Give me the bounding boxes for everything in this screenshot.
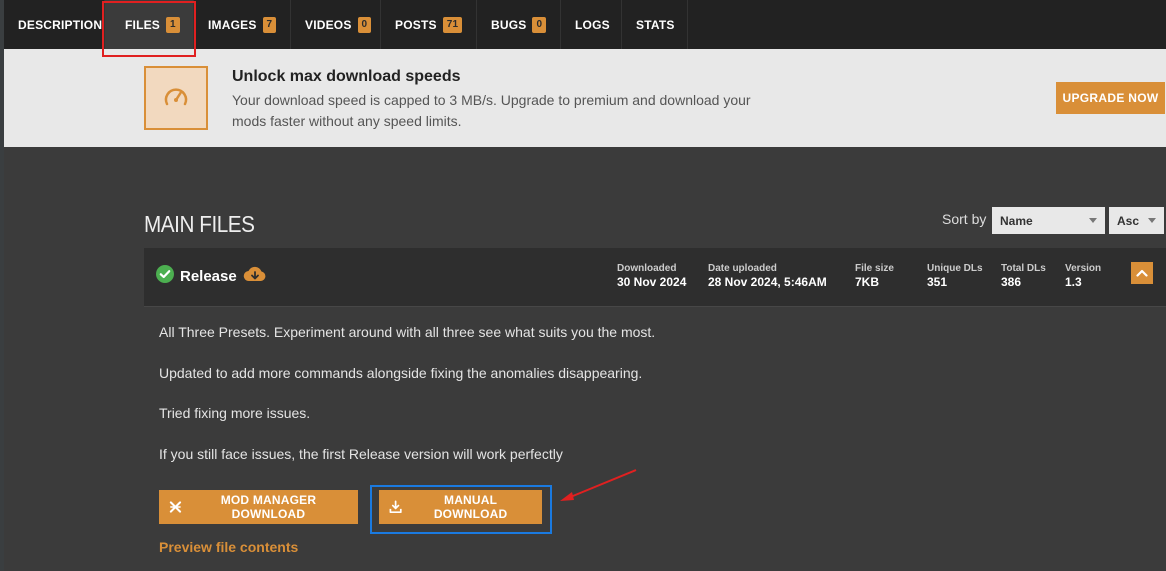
- tab-description[interactable]: DESCRIPTION: [4, 0, 105, 49]
- manual-download-button[interactable]: MANUAL DOWNLOAD: [379, 490, 542, 524]
- tab-label: FILES: [125, 17, 161, 32]
- tab-label: STATS: [636, 17, 675, 32]
- file-details: All Three Presets. Experiment around wit…: [144, 306, 1166, 571]
- download-icon: [389, 500, 402, 514]
- sort-label: Sort by: [942, 211, 987, 227]
- stat-value: 28 Nov 2024, 5:46AM: [708, 275, 827, 289]
- sort-order-value: Asc: [1117, 213, 1140, 228]
- stat-label: File size: [855, 263, 894, 274]
- check-circle-icon: [156, 265, 174, 288]
- tab-bugs[interactable]: BUGS 0: [477, 0, 561, 49]
- tab-label: POSTS: [395, 17, 437, 32]
- stat-date-uploaded: Date uploaded 28 Nov 2024, 5:46AM: [708, 263, 827, 290]
- speedometer-icon: [144, 66, 208, 130]
- button-label: MOD MANAGER DOWNLOAD: [220, 493, 317, 521]
- tab-count-badge: 7: [262, 16, 277, 33]
- file-description-line: Updated to add more commands alongside f…: [159, 365, 643, 381]
- stat-downloaded: Downloaded 30 Nov 2024: [617, 263, 686, 290]
- chevron-up-icon: [1136, 269, 1148, 277]
- tab-videos[interactable]: VIDEOS 0: [291, 0, 381, 49]
- stat-value: 1.3: [1065, 275, 1082, 289]
- stat-label: Downloaded: [617, 263, 677, 274]
- tab-posts[interactable]: POSTS 71: [381, 0, 477, 49]
- cloud-download-icon: [243, 265, 267, 288]
- tab-bar: DESCRIPTION FILES 1 IMAGES 7 VIDEOS 0 PO…: [4, 0, 1166, 49]
- button-label: MANUAL DOWNLOAD: [433, 493, 508, 521]
- tab-label: LOGS: [575, 17, 610, 32]
- tab-stats[interactable]: STATS: [622, 0, 688, 49]
- stat-value: 7KB: [855, 275, 880, 289]
- file-header[interactable]: Release Downloaded 30 Nov 2024 Date uplo…: [144, 248, 1166, 306]
- tab-files[interactable]: FILES 1: [105, 0, 194, 49]
- stat-value: 386: [1001, 275, 1022, 289]
- tab-label: BUGS: [491, 17, 527, 32]
- chevron-down-icon: [1148, 218, 1156, 223]
- tab-label: IMAGES: [208, 17, 257, 32]
- stat-label: Date uploaded: [708, 263, 777, 274]
- tab-images[interactable]: IMAGES 7: [194, 0, 291, 49]
- file-description-line: If you still face issues, the first Rele…: [159, 446, 563, 462]
- main-files-title: MAIN FILES: [144, 211, 255, 237]
- tab-count-badge: 1: [166, 16, 180, 33]
- chevron-down-icon: [1089, 218, 1097, 223]
- stat-label: Version: [1065, 263, 1102, 274]
- tab-label: DESCRIPTION: [18, 17, 103, 32]
- file-description-line: All Three Presets. Experiment around wit…: [159, 324, 656, 340]
- stat-file-size: File size 7KB: [855, 263, 894, 290]
- banner-title: Unlock max download speeds: [232, 68, 461, 85]
- sort-field-value: Name: [1000, 213, 1033, 228]
- file-title: Release: [156, 265, 267, 288]
- upgrade-now-button[interactable]: UPGRADE NOW: [1056, 82, 1165, 114]
- tab-logs[interactable]: LOGS: [561, 0, 622, 49]
- tab-label: VIDEOS: [305, 17, 352, 32]
- banner-text: Your download speed is capped to 3 MB/s.…: [232, 92, 751, 129]
- stat-version: Version 1.3: [1065, 263, 1101, 290]
- stat-value: 30 Nov 2024: [617, 275, 687, 289]
- stat-label: Unique DLs: [927, 263, 983, 274]
- file-name: Release: [180, 268, 237, 285]
- stat-label: Total DLs: [1001, 263, 1046, 274]
- file-description-line: Tried fixing more issues.: [159, 405, 311, 421]
- tab-count-badge: 0: [532, 16, 547, 33]
- sort-order-select[interactable]: Asc: [1109, 207, 1164, 234]
- tab-count-badge: 0: [357, 16, 372, 33]
- premium-banner: Unlock max download speeds Your download…: [4, 49, 1166, 147]
- stat-total-dls: Total DLs 386: [1001, 263, 1046, 290]
- mod-page: DESCRIPTION FILES 1 IMAGES 7 VIDEOS 0 PO…: [4, 0, 1166, 571]
- sort-field-select[interactable]: Name: [992, 207, 1105, 234]
- mod-manager-download-button[interactable]: MOD MANAGER DOWNLOAD: [159, 490, 358, 524]
- vortex-icon: [169, 501, 182, 513]
- tab-count-badge: 71: [442, 16, 463, 33]
- stat-value: 351: [927, 275, 948, 289]
- preview-file-contents-link[interactable]: Preview file contents: [159, 539, 298, 555]
- collapse-button[interactable]: [1131, 262, 1153, 284]
- stat-unique-dls: Unique DLs 351: [927, 263, 983, 290]
